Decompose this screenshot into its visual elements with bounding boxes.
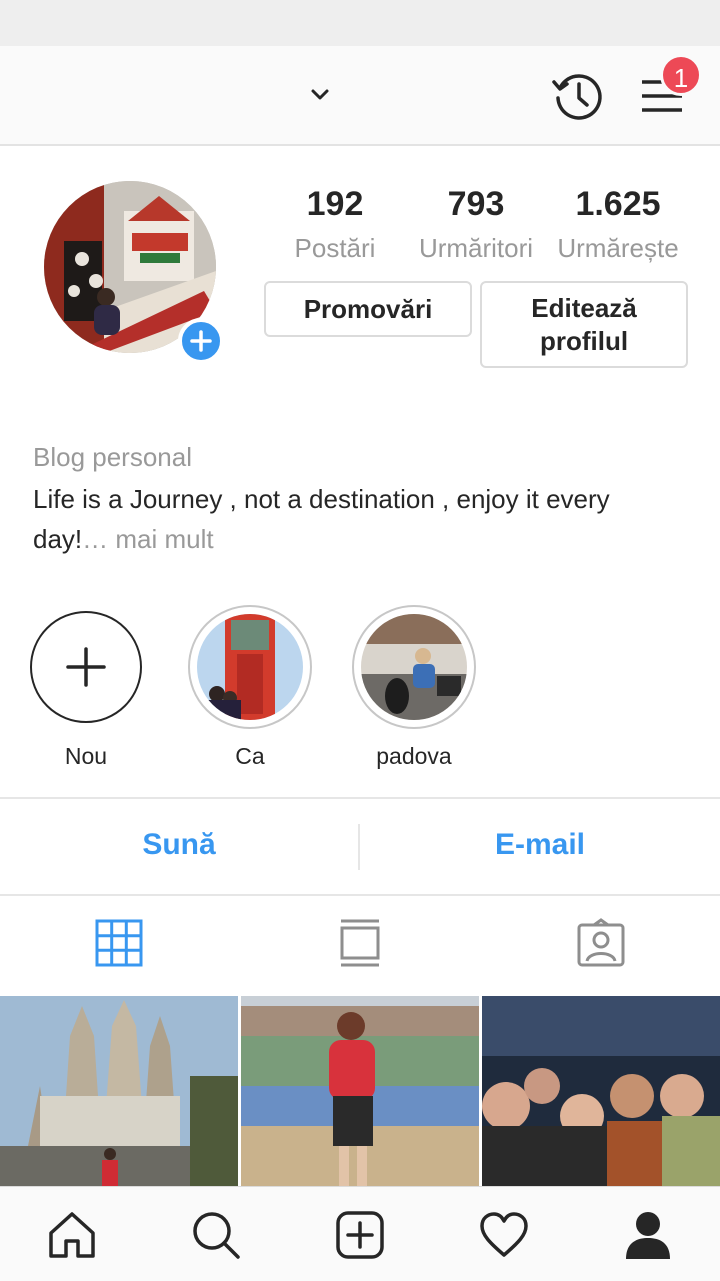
divider (0, 797, 720, 799)
email-button[interactable]: E-mail (360, 828, 720, 862)
highlight-ring (188, 605, 312, 729)
notification-badge: 1 (660, 54, 702, 96)
bio-more-link[interactable]: … mai mult (82, 524, 213, 554)
history-icon[interactable] (550, 68, 606, 124)
chevron-down-icon[interactable] (305, 82, 335, 108)
feed-icon[interactable] (335, 918, 385, 968)
highlight-thumbnail (361, 614, 467, 720)
tagged-icon[interactable] (576, 918, 626, 968)
highlight-label: padova (376, 743, 452, 769)
top-bar: 1 (0, 46, 720, 146)
highlight-ca[interactable]: Ca (186, 605, 314, 770)
search-icon[interactable] (190, 1209, 242, 1261)
grid-icon[interactable] (94, 918, 144, 968)
followers-count: 793 (447, 185, 505, 223)
highlight-ring (352, 605, 476, 729)
divider (0, 894, 720, 896)
followers-label: Urmăritori (418, 233, 534, 263)
highlight-thumbnail (197, 614, 303, 720)
following-stat[interactable]: 1.625 Urmărește (549, 182, 687, 268)
profile-category: Blog personal (33, 442, 192, 472)
status-bar (0, 0, 720, 46)
followers-stat[interactable]: 793 Urmăritori (410, 182, 542, 268)
edit-profile-label-line1: Editează (531, 292, 637, 323)
bottom-nav (0, 1186, 720, 1281)
following-count: 1.625 (575, 185, 661, 223)
posts-stat[interactable]: 192 Postări (270, 182, 400, 268)
highlight-label: Nou (64, 743, 108, 769)
promote-button[interactable]: Promovări (264, 281, 472, 337)
posts-count: 192 (306, 185, 364, 223)
edit-profile-label-line2: profilul (539, 325, 629, 356)
plus-icon (30, 611, 142, 723)
post-thumbnail-1[interactable] (0, 996, 238, 1186)
highlight-new[interactable]: Nou (22, 605, 150, 770)
post-thumbnail-2[interactable] (241, 996, 479, 1186)
posts-label: Postări (294, 233, 376, 263)
post-thumbnail-3[interactable] (482, 996, 720, 1186)
bio: Life is a Journey , not a destination , … (33, 479, 683, 559)
following-label: Urmărește (557, 233, 679, 263)
add-post-icon[interactable] (334, 1209, 386, 1261)
highlight-label: Ca (235, 743, 265, 769)
edit-profile-button[interactable]: Editează profilul (480, 281, 688, 368)
highlight-padova[interactable]: padova (350, 605, 478, 770)
call-button[interactable]: Sună (0, 828, 358, 862)
heart-icon[interactable] (478, 1209, 530, 1261)
add-story-icon[interactable] (178, 318, 224, 364)
profile-icon[interactable] (622, 1209, 674, 1261)
home-icon[interactable] (46, 1209, 98, 1261)
